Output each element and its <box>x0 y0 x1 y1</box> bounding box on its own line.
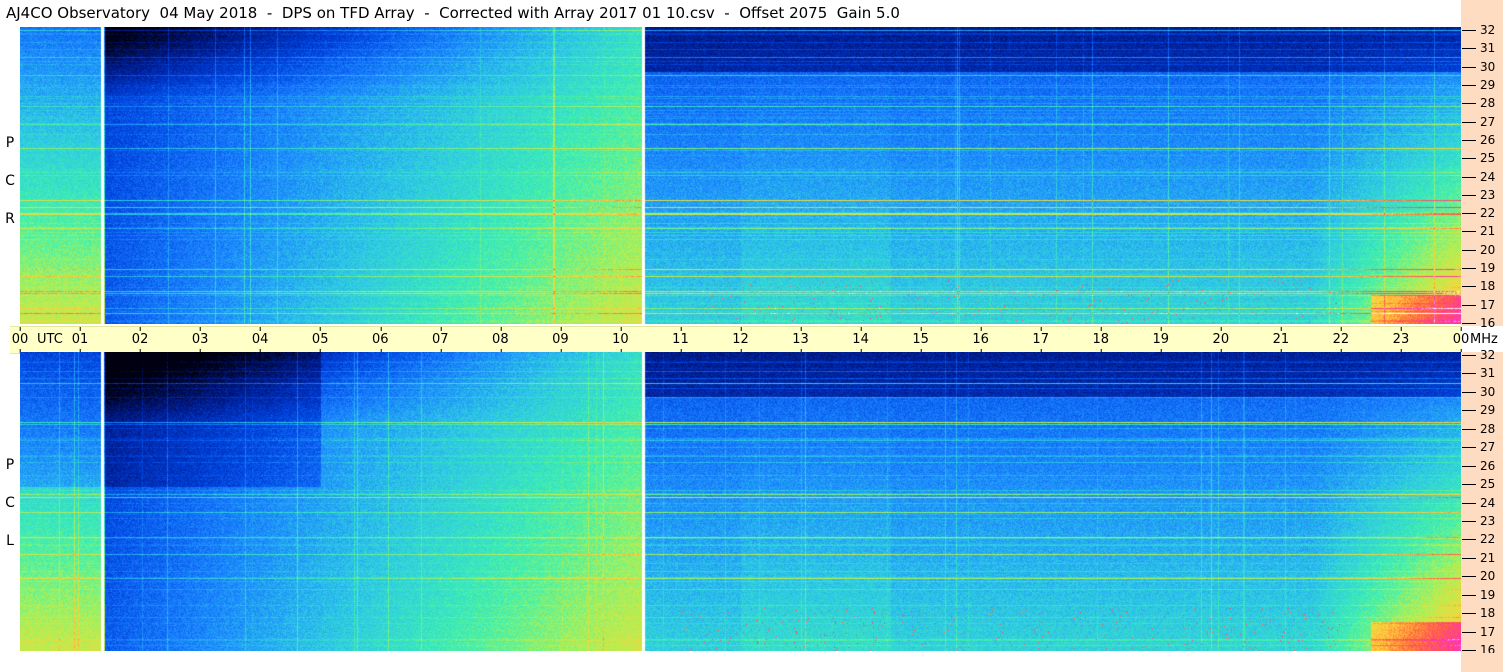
utc-label: UTC <box>37 332 63 347</box>
lcp-frequency-tick-label: 27 <box>1461 440 1496 454</box>
time-tick-label: 23 <box>1392 327 1410 353</box>
time-tick-label: 16 <box>972 327 989 353</box>
lcp-polarization-label: P C L <box>3 446 17 560</box>
lcp-frequency-tick-label: 25 <box>1461 477 1496 491</box>
lcp-frequency-tick-label: 32 <box>1461 348 1496 362</box>
rcp-frequency-tick-label: 29 <box>1461 78 1496 92</box>
time-tick-label: 04 <box>251 327 269 353</box>
time-tick-label: 01 <box>71 327 89 353</box>
rcp-frequency-tick-label: 30 <box>1461 60 1496 74</box>
lcp-frequency-tick-label: 24 <box>1461 496 1496 510</box>
time-tick-label: 20 <box>1212 327 1230 353</box>
rcp-frequency-tick-label: 23 <box>1461 188 1496 202</box>
time-tick-label: 05 <box>311 327 329 353</box>
time-tick-label: 15 <box>912 327 929 353</box>
lcp-frequency-tick-label: 29 <box>1461 403 1496 417</box>
rcp-frequency-tick-label: 21 <box>1461 224 1496 238</box>
time-tick-label: 02 <box>131 327 149 353</box>
lcp-frequency-tick-label: 30 <box>1461 385 1496 399</box>
time-tick-label: 08 <box>492 327 509 353</box>
lcp-frequency-tick-label: 18 <box>1461 606 1496 620</box>
time-tick-label: 11 <box>672 327 689 353</box>
rcp-frequency-tick-label: 22 <box>1461 206 1496 220</box>
time-tick-label: 10 <box>612 327 629 353</box>
rcp-frequency-tick-label: 32 <box>1461 23 1496 37</box>
lcp-frequency-tick-label: 20 <box>1461 569 1496 583</box>
lcp-label-letter: P <box>5 457 15 473</box>
rcp-frequency-tick-label: 20 <box>1461 243 1496 257</box>
time-tick-label: 12 <box>732 327 749 353</box>
rcp-frequency-tick-label: 28 <box>1461 96 1496 110</box>
rcp-frequency-axis: 32 31 30 29 28 27 26 25 24 23 22 21 20 19 18 17 16 <box>1461 23 1503 330</box>
time-tick-label: 17 <box>1032 327 1049 353</box>
time-axis: 00 01 02 03 04 05 06 07 08 09 10 11 12 13 14 15 16 17 18 19… <box>10 326 1498 354</box>
spectrogram-title: AJ4CO Observatory 04 May 2018 - DPS on T… <box>6 4 900 22</box>
rcp-frequency-tick-label: 18 <box>1461 279 1496 293</box>
time-tick-label: 09 <box>552 327 569 353</box>
time-tick-label: 00 <box>11 327 29 353</box>
frequency-axis-bottom-strip <box>1461 653 1503 672</box>
rcp-frequency-tick-label: 27 <box>1461 115 1496 129</box>
rcp-spectrogram-canvas <box>20 27 1461 324</box>
lcp-frequency-tick-label: 26 <box>1461 459 1496 473</box>
time-tick-label: 21 <box>1272 327 1290 353</box>
rcp-frequency-tick-label: 19 <box>1461 261 1496 275</box>
lcp-label-letter: C <box>5 495 15 511</box>
time-tick-label: 00 <box>1452 327 1470 353</box>
rcp-spectrogram <box>20 27 1461 324</box>
time-tick-label: 18 <box>1092 327 1110 353</box>
rcp-label-letter: P <box>5 135 15 151</box>
time-tick-label: 14 <box>852 327 869 353</box>
lcp-frequency-tick-label: 19 <box>1461 588 1496 602</box>
lcp-frequency-tick-label: 17 <box>1461 625 1496 639</box>
lcp-spectrogram <box>20 352 1461 651</box>
mhz-unit-label: MHz <box>1470 332 1498 347</box>
rcp-label-letter: C <box>5 173 15 189</box>
lcp-frequency-tick-label: 28 <box>1461 422 1496 436</box>
lcp-frequency-tick-label: 31 <box>1461 366 1496 380</box>
rcp-polarization-label: P C R <box>3 124 17 238</box>
lcp-frequency-tick-label: 21 <box>1461 551 1496 565</box>
time-tick-label: 06 <box>371 327 389 353</box>
time-tick-label: 19 <box>1152 327 1170 353</box>
time-tick-label: 03 <box>191 327 209 353</box>
rcp-frequency-tick-label: 31 <box>1461 41 1496 55</box>
lcp-frequency-tick-label: 23 <box>1461 514 1496 528</box>
lcp-spectrogram-canvas <box>20 352 1461 651</box>
rcp-label-letter: R <box>5 211 15 227</box>
rcp-frequency-tick-label: 26 <box>1461 133 1496 147</box>
rcp-frequency-tick-label: 16 <box>1461 316 1496 330</box>
time-tick-label: 13 <box>792 327 809 353</box>
lcp-label-letter: L <box>6 533 14 549</box>
rcp-frequency-tick-label: 25 <box>1461 151 1496 165</box>
rcp-frequency-tick-label: 17 <box>1461 298 1496 312</box>
lcp-frequency-axis: 32 31 30 29 28 27 26 25 24 23 22 21 20 19 18 17 16 <box>1461 348 1503 656</box>
rcp-frequency-tick-label: 24 <box>1461 170 1496 184</box>
lcp-frequency-tick-label: 22 <box>1461 532 1496 546</box>
time-tick-label: 07 <box>432 327 449 353</box>
time-tick-label: 22 <box>1332 327 1350 353</box>
